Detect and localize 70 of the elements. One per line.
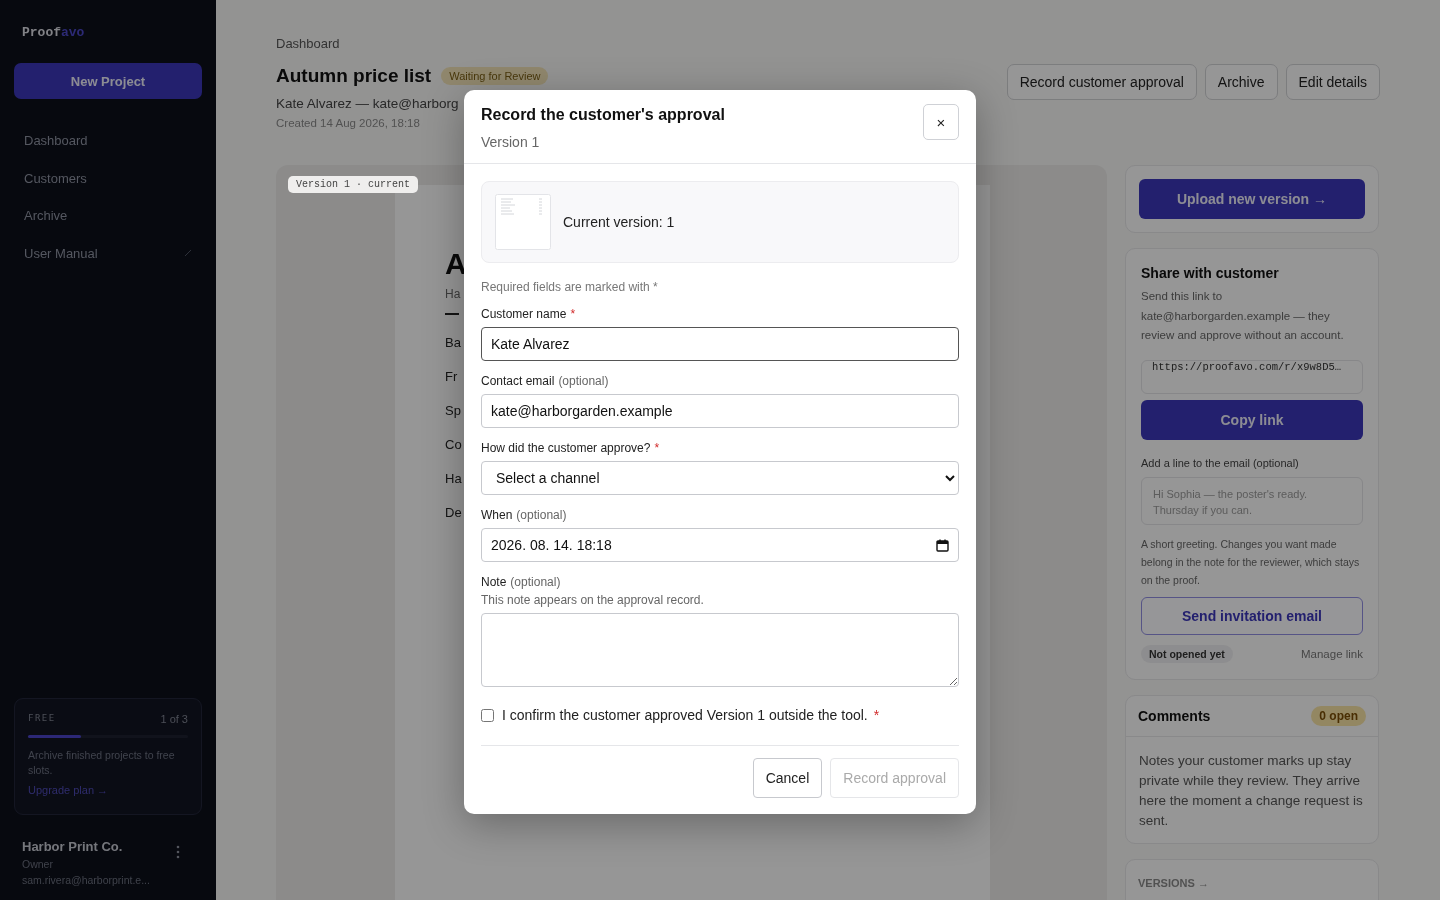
plan-count: 1 of 3: [160, 713, 188, 725]
note-field[interactable]: [481, 613, 959, 687]
optional-hint: (optional): [516, 508, 567, 522]
share-title: Share with customer: [1141, 265, 1280, 281]
share-text: Send this link to kate@harborgarden.example — they review and approve without an account.: [1141, 289, 1345, 343]
field-label: How did the customer approve?: [481, 441, 651, 455]
customer-info: Kate Alvarez — kate@harborg: [276, 96, 460, 111]
close-button[interactable]: ×: [923, 104, 959, 140]
current-version: Current version: 1: [563, 214, 675, 230]
sidebar-item[interactable]: User Manual: [14, 234, 202, 272]
version-tag: Version 1 · current: [288, 176, 419, 193]
channel-select[interactable]: Select a channel: [481, 461, 959, 495]
required-mark: *: [873, 707, 880, 723]
proof-line: Ha: [445, 471, 462, 488]
action-button[interactable]: Edit details: [1285, 64, 1380, 100]
email-line-help: A short greeting. Changes you want made belong in the note for the reviewer, which stays on the proof.: [1141, 536, 1361, 588]
text-field[interactable]: kate@harborgarden.example: [481, 394, 959, 428]
plan-name: FREE: [28, 713, 56, 725]
more-icon[interactable]: [176, 845, 180, 859]
manage-link[interactable]: Manage link: [1301, 647, 1363, 660]
breadcrumb[interactable]: Dashboard: [276, 36, 549, 51]
optional-hint: (optional): [510, 575, 561, 589]
share-link-field[interactable]: https://proofavo.com/r/x9w8D5…: [1141, 359, 1363, 394]
optional-hint: (optional): [558, 374, 609, 388]
proof-heading: A: [445, 247, 467, 281]
new-project-button[interactable]: New Project: [14, 63, 202, 99]
field-label: Contact email: [481, 374, 555, 388]
field-help: This note appears on the approval record.: [481, 593, 705, 607]
logo: Proofavo: [22, 25, 86, 40]
text-field[interactable]: Kate Alvarez: [481, 327, 959, 361]
proof-line: Sp: [445, 403, 461, 420]
versions-link[interactable]: VERSIONS →: [1138, 876, 1209, 889]
status-badge: Waiting for Review: [441, 67, 549, 85]
action-button[interactable]: Record customer approval: [1006, 64, 1197, 100]
email-line-label: Add a line to the email (optional): [1141, 456, 1300, 469]
cancel-button[interactable]: Cancel: [752, 758, 823, 798]
calendar-icon: [936, 538, 949, 552]
sidebar-item[interactable]: Customers: [14, 159, 202, 197]
account-name: Harbor Print Co.: [22, 839, 124, 854]
dialog-title: Record the customer's approval: [481, 106, 725, 124]
upload-button[interactable]: Upload new version →: [1139, 179, 1365, 219]
sidebar-item[interactable]: Dashboard: [14, 122, 202, 160]
proof-line: De: [445, 505, 462, 522]
proof-subheading: Ha: [445, 287, 461, 301]
copy-link-button[interactable]: Copy link: [1141, 399, 1363, 440]
date-field[interactable]: 2026. 08. 14. 18:18: [481, 528, 959, 562]
confirm-checkbox[interactable]: [481, 708, 494, 722]
account-email: sam.rivera@harborprint.e...: [22, 874, 150, 886]
field-label: When: [481, 508, 513, 522]
created-date: Created 14 Aug 2026, 18:18: [276, 117, 421, 129]
send-invitation-button[interactable]: Send invitation email: [1141, 596, 1363, 635]
account-role: Owner: [22, 858, 54, 870]
open-count-badge: 0 open: [1311, 705, 1366, 726]
required-mark: *: [570, 307, 576, 321]
comments-text: Notes your customer marks up stay private while they review. They arrive here the moment a change request is sent.: [1138, 751, 1364, 830]
required-mark: *: [654, 441, 660, 455]
comments-title: Comments: [1138, 707, 1211, 724]
proof-line: Co: [445, 437, 462, 454]
proof-line: Ba: [445, 335, 461, 352]
page-title: Autumn price list: [276, 65, 432, 87]
confirm-label[interactable]: I confirm the customer approved Version 1 outside the tool.: [502, 707, 868, 723]
proof-line: Fr: [445, 369, 458, 386]
action-button[interactable]: Archive: [1204, 64, 1278, 100]
proof-thumbnail: [495, 194, 551, 250]
field-label: Customer name: [481, 307, 567, 321]
field-label: Note: [481, 575, 507, 589]
sidebar-item[interactable]: Archive: [14, 197, 202, 235]
required-note: Required fields are marked with *: [481, 280, 659, 294]
link-status-badge: Not opened yet: [1141, 644, 1233, 663]
dialog-subtitle: Version 1: [481, 134, 541, 150]
